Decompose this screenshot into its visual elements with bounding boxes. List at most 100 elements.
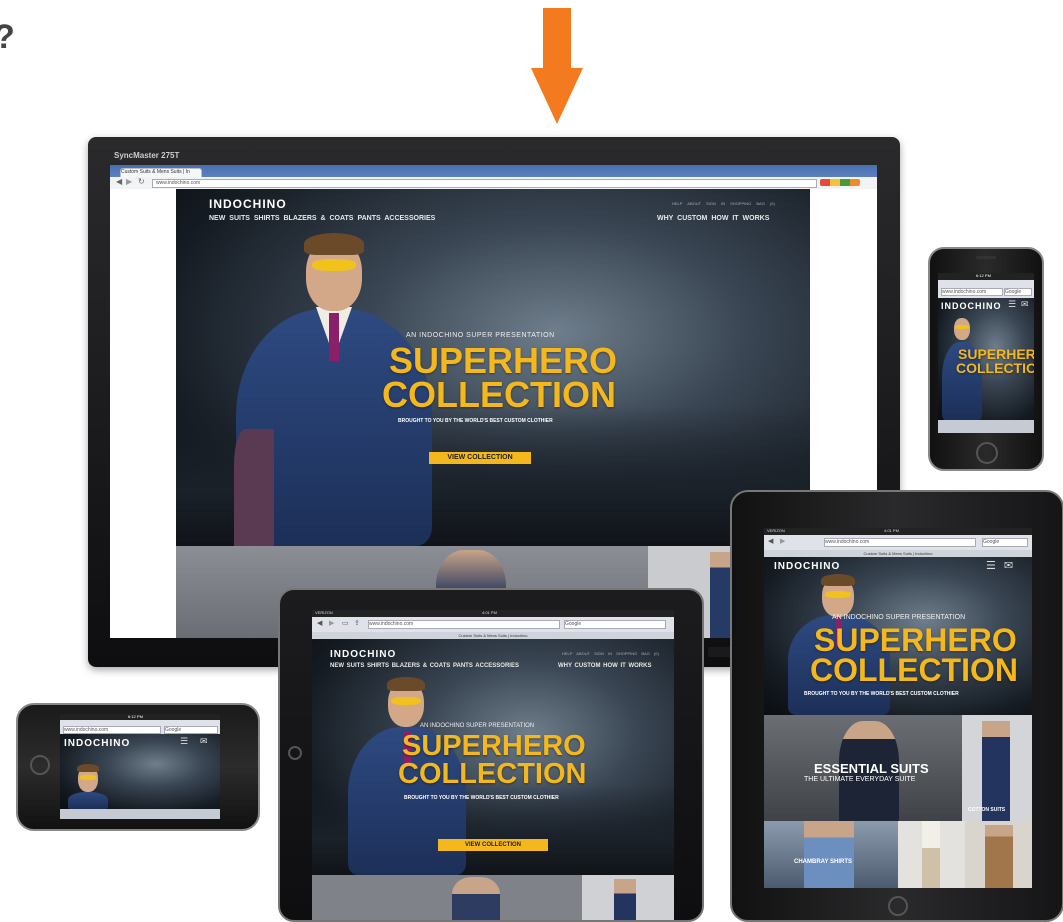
bookmark-icon[interactable]: ▭: [342, 619, 349, 627]
landscape-nav-pants[interactable]: PANTS: [453, 663, 473, 669]
landscape-status-time: 4:01 PM: [482, 610, 497, 615]
lphone-browser-bar: www.indochino.com Google: [60, 720, 220, 734]
landscape-util-signin[interactable]: SIGN IN: [594, 651, 612, 656]
hero-kicker: AN INDOCHINO SUPER PRESENTATION: [406, 332, 555, 339]
essential-suits-subtitle: THE ULTIMATE EVERYDAY SUITE: [804, 776, 916, 783]
lphone-search-field[interactable]: Google: [164, 726, 218, 734]
landscape-hero-subline: BROUGHT TO YOU BY THE WORLD'S BEST CUSTO…: [404, 795, 559, 801]
forward-arrow-icon[interactable]: ▶: [780, 537, 785, 545]
reload-icon[interactable]: ↻: [138, 177, 145, 186]
hamburger-icon[interactable]: ☰: [180, 737, 188, 747]
landscape-hero: INDOCHINO NEW SUITS SHIRTS BLAZERS & COA…: [312, 639, 674, 875]
extension-icons[interactable]: [820, 179, 860, 186]
tablet-hero-subline: BROUGHT TO YOU BY THE WORLD'S BEST CUSTO…: [804, 691, 959, 697]
main-nav: NEW SUITS SHIRTS BLAZERS & COATS PANTS A…: [209, 215, 435, 222]
tablet-site-logo[interactable]: INDOCHINO: [774, 561, 840, 572]
envelope-icon[interactable]: ✉: [200, 737, 208, 747]
tablet-url-text: www.indochino.com: [825, 539, 870, 545]
nav-item-shirts[interactable]: SHIRTS: [254, 215, 280, 222]
phone-url-text: www.indochino.com: [942, 289, 987, 295]
desktop-hero: INDOCHINO NEW SUITS SHIRTS BLAZERS & COA…: [176, 189, 810, 546]
tablet-hero-title-line2: COLLECTION: [810, 652, 1018, 688]
tablet-landscape-screen: VERIZON 4:01 PM ◀ ▶ ▭ ⇪ www.indochino.co…: [312, 610, 674, 920]
landscape-nav-why-custom[interactable]: WHY CUSTOM: [558, 663, 600, 669]
landscape-hero-title-line1: SUPERHERO: [402, 730, 586, 762]
landscape-nav-accessories[interactable]: ACCESSORIES: [475, 663, 519, 669]
tablet-hero-title-line1: SUPERHERO: [814, 622, 1017, 658]
forward-arrow-icon[interactable]: ▶: [329, 619, 334, 627]
back-arrow-icon[interactable]: ◀: [116, 177, 122, 186]
tablet-portrait: VERIZON 4:01 PM ◀ ▶ www.indochino.com Go…: [730, 490, 1063, 922]
lphone-url-text: www.indochino.com: [64, 727, 109, 733]
landscape-view-collection-button[interactable]: VIEW COLLECTION: [438, 839, 548, 851]
landscape-util-bag[interactable]: SHOPPING BAG (0): [616, 651, 659, 656]
forward-arrow-icon[interactable]: ▶: [126, 177, 132, 186]
nav-item-pants[interactable]: PANTS: [357, 215, 380, 222]
tile-chambray-shirts[interactable]: CHAMBRAY SHIRTS: [764, 821, 898, 888]
hamburger-icon[interactable]: ☰: [986, 559, 996, 572]
hamburger-icon[interactable]: ☰: [1008, 300, 1016, 310]
landscape-nav-how-it-works[interactable]: HOW IT WORKS: [603, 663, 651, 669]
tablet-page-title: Custom Suits & Mens Suits | Indochino: [863, 551, 933, 556]
desktop-url-field[interactable]: www.indochino.com: [152, 179, 817, 188]
landscape-nav-shirts[interactable]: SHIRTS: [367, 663, 389, 669]
nav-how-it-works[interactable]: HOW IT WORKS: [711, 215, 769, 222]
landscape-search-field[interactable]: Google: [564, 620, 666, 629]
phone-speaker: [976, 256, 996, 259]
landscape-url-field[interactable]: www.indochino.com: [368, 620, 560, 629]
utility-about[interactable]: ABOUT: [687, 201, 701, 206]
envelope-icon[interactable]: ✉: [1004, 559, 1013, 572]
tile-coats[interactable]: [965, 821, 1032, 888]
utility-links: HELP ABOUT SIGN IN SHOPPING BAG (0): [672, 201, 775, 206]
browser-tab[interactable]: Custom Suits & Mens Suits | In: [120, 168, 202, 177]
phone-search-text: Google: [1005, 289, 1022, 295]
tablet-portrait-hero: INDOCHINO ☰ ✉ AN INDOCHINO SUPER PRESENT…: [764, 557, 1032, 715]
phone-search-field[interactable]: Google: [1004, 288, 1032, 296]
essential-suits-title: ESSENTIAL SUITS: [814, 761, 929, 776]
nav-item-accessories[interactable]: ACCESSORIES: [384, 215, 435, 222]
utility-help[interactable]: HELP: [672, 201, 682, 206]
tablet-landscape: VERIZON 4:01 PM ◀ ▶ ▭ ⇪ www.indochino.co…: [278, 588, 704, 922]
envelope-icon[interactable]: ✉: [1021, 300, 1029, 310]
tile-cotton-suits[interactable]: COTTON SUITS: [962, 715, 1032, 821]
back-arrow-icon[interactable]: ◀: [768, 537, 773, 545]
home-button-icon[interactable]: [288, 746, 302, 760]
home-button-icon[interactable]: [888, 896, 908, 916]
nav-item-new[interactable]: NEW: [209, 215, 225, 222]
browser-tab-label: Custom Suits & Mens Suits | In: [121, 169, 190, 175]
utility-bag[interactable]: SHOPPING BAG (0): [730, 201, 775, 206]
phone-browser-toolbar: [938, 420, 1034, 433]
lphone-site-logo[interactable]: INDOCHINO: [64, 738, 130, 749]
tablet-url-field[interactable]: www.indochino.com: [824, 538, 976, 547]
back-arrow-icon[interactable]: ◀: [317, 619, 322, 627]
landscape-util-help[interactable]: HELP: [562, 651, 572, 656]
nav-item-blazers[interactable]: BLAZERS & COATS: [284, 215, 354, 222]
landscape-status-bar: VERIZON 4:01 PM: [312, 610, 674, 617]
landscape-site-logo[interactable]: INDOCHINO: [330, 649, 396, 660]
landscape-search-text: Google: [565, 621, 582, 627]
desktop-url-text: www.indochino.com: [156, 180, 201, 186]
share-icon[interactable]: ⇪: [354, 619, 360, 627]
tile-essential-suits[interactable]: ESSENTIAL SUITS THE ULTIMATE EVERYDAY SU…: [764, 715, 962, 821]
hero-subline: BROUGHT TO YOU BY THE WORLD'S BEST CUSTO…: [398, 418, 553, 424]
tile-pants[interactable]: [898, 821, 965, 888]
site-logo[interactable]: INDOCHINO: [209, 197, 287, 211]
nav-item-suits[interactable]: SUITS: [229, 215, 250, 222]
phone-url-field[interactable]: www.indochino.com: [941, 288, 1003, 296]
nav-why-custom[interactable]: WHY CUSTOM: [657, 215, 707, 222]
tablet-search-field[interactable]: Google: [982, 538, 1028, 547]
landscape-nav-blazers[interactable]: BLAZERS & COATS: [392, 663, 451, 669]
down-arrow-icon-shaft: [543, 8, 571, 70]
landscape-nav-suits[interactable]: SUITS: [347, 663, 365, 669]
phone-site-logo[interactable]: INDOCHINO: [941, 301, 1002, 311]
landscape-util-about[interactable]: ABOUT: [576, 651, 590, 656]
landscape-utility-links: HELP ABOUT SIGN IN SHOPPING BAG (0): [562, 651, 659, 656]
home-button-icon[interactable]: [30, 755, 50, 775]
view-collection-button[interactable]: VIEW COLLECTION: [429, 452, 531, 464]
home-button-icon[interactable]: [976, 442, 998, 464]
landscape-nav-new[interactable]: NEW: [330, 663, 344, 669]
utility-signin[interactable]: SIGN IN: [706, 201, 725, 206]
lphone-url-field[interactable]: www.indochino.com: [63, 726, 161, 734]
landscape-hero-title-line2: COLLECTION: [398, 758, 587, 790]
monitor-model-label: SyncMaster 275T: [114, 151, 180, 160]
